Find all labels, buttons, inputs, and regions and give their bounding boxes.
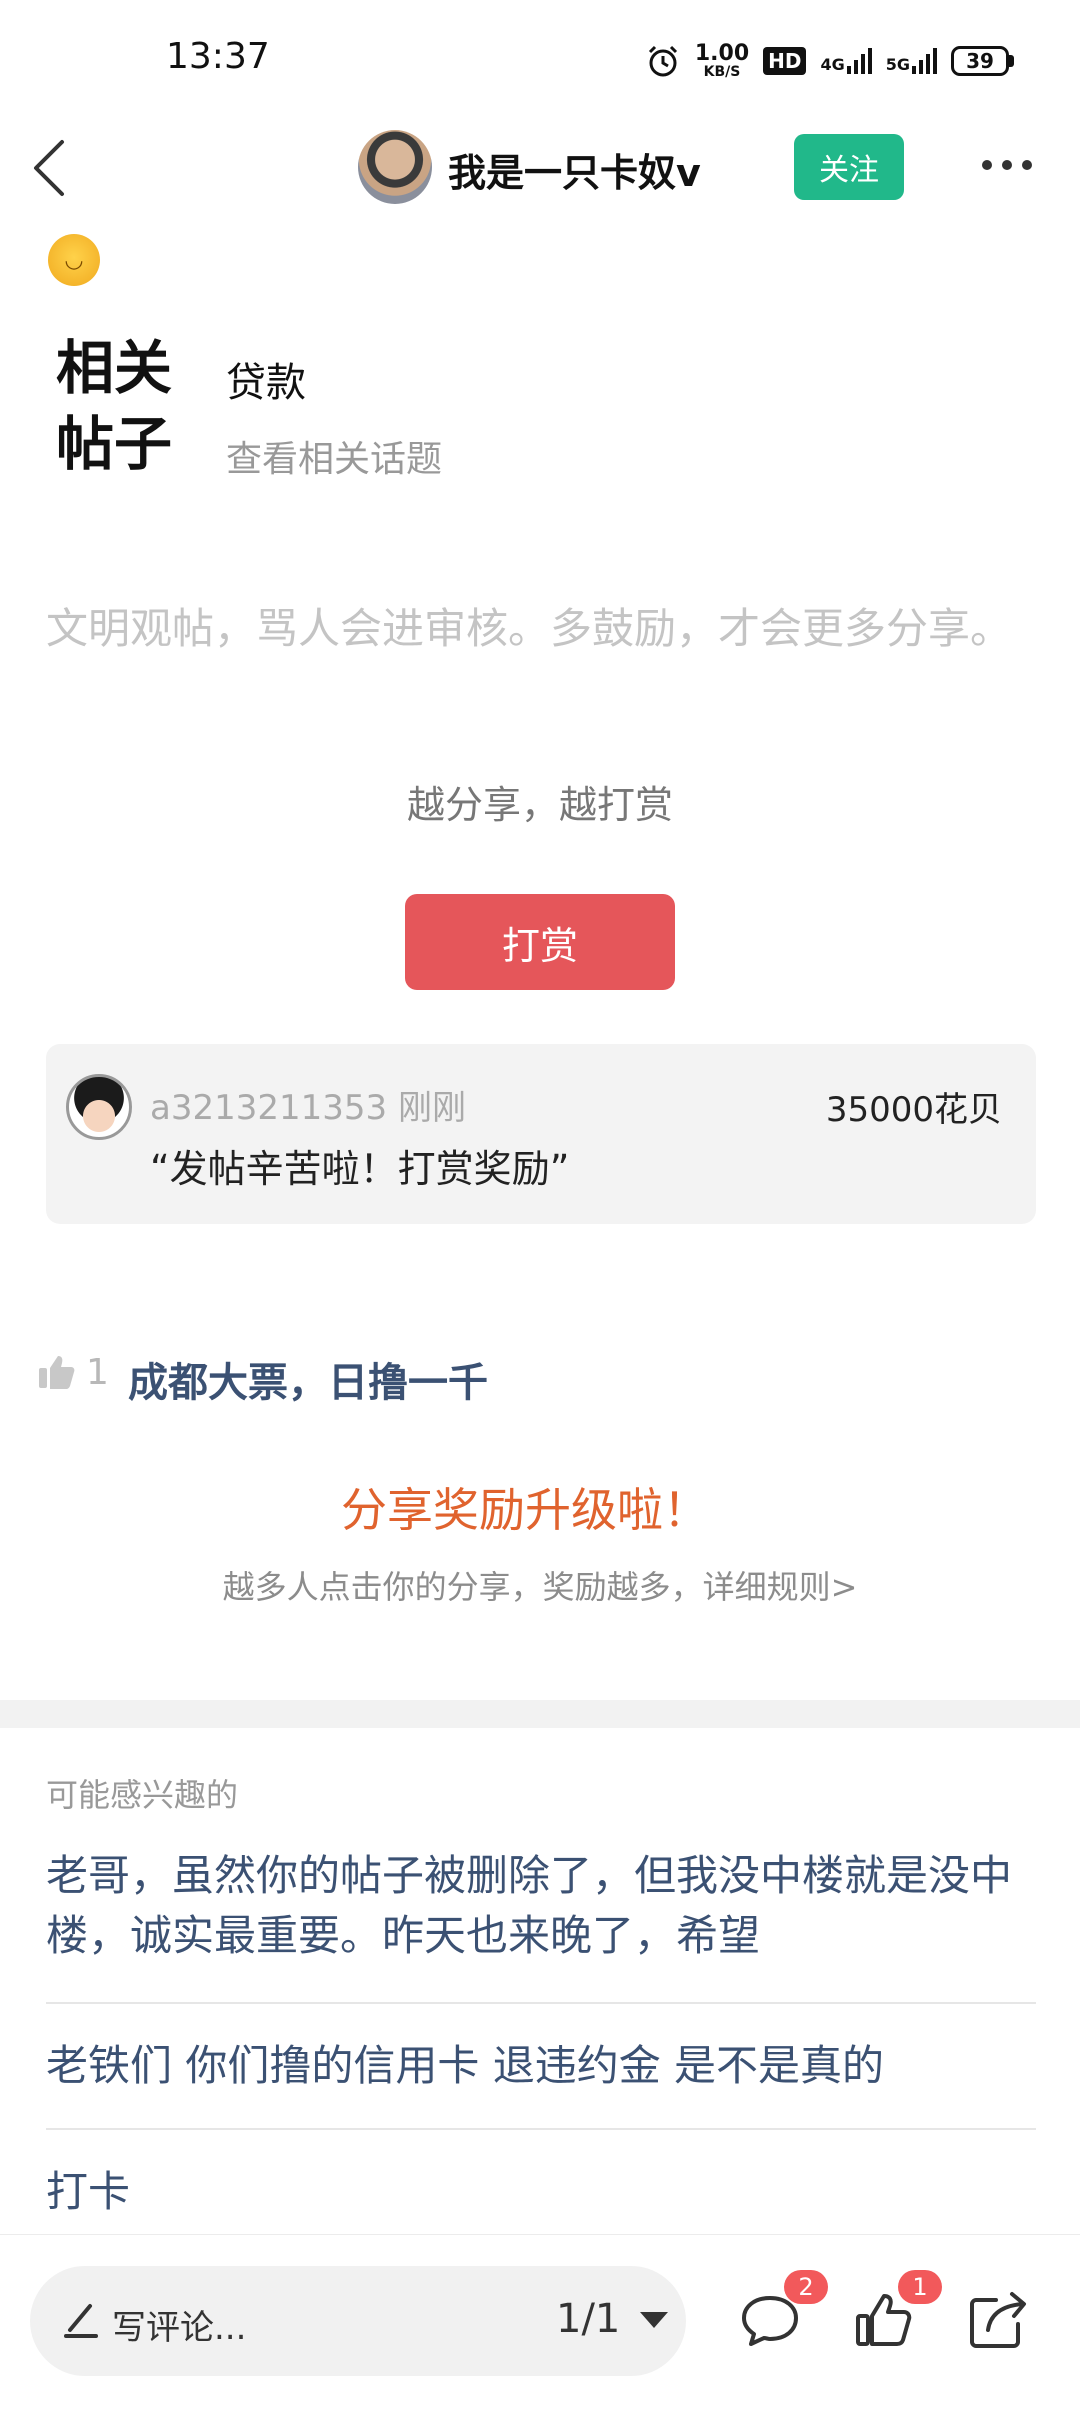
follow-button[interactable]: 关注 — [794, 134, 904, 200]
caret-down-icon[interactable] — [640, 2312, 668, 2328]
tip-message: “发帖辛苦啦！打赏奖励” — [150, 1147, 570, 1191]
like-count: 1 — [86, 1352, 109, 1393]
battery-level: 39 — [951, 46, 1009, 76]
author-name[interactable]: 我是一只卡奴v — [448, 142, 701, 197]
hd-icon: HD — [763, 47, 807, 75]
signal-4g-icon: 4G — [820, 48, 872, 74]
tip-record-card — [46, 1044, 1036, 1224]
back-icon[interactable] — [28, 138, 72, 198]
battery-icon: 39 — [951, 46, 1014, 76]
status-icons: 1.00 KB/S HD 4G 5G 39 — [645, 36, 1014, 86]
network-5g-label: 5G — [885, 55, 910, 74]
tipper-avatar[interactable] — [66, 1074, 132, 1140]
like-count-badge: 1 — [898, 2270, 942, 2304]
recommended-post[interactable]: 打卡 — [46, 2162, 1036, 2222]
tipper-name[interactable]: a3213211353 — [150, 1088, 387, 1128]
tipper-info: a3213211353 刚刚 — [150, 1080, 466, 1129]
liked-post-title[interactable]: 成都大票，日撸一千 — [128, 1350, 488, 1408]
network-4g-label: 4G — [820, 55, 845, 74]
recommended-post[interactable]: 老哥，虽然你的帖子被删除了，但我没中楼就是没中楼，诚实最重要。昨天也来晚了，希望 — [46, 1846, 1036, 1966]
related-tag[interactable]: 贷款 — [226, 350, 306, 408]
pencil-icon — [64, 2304, 98, 2338]
more-icon[interactable] — [982, 160, 1032, 170]
share-upgrade-title: 分享奖励升级啦！ — [341, 1483, 709, 1537]
page-indicator[interactable]: 1/1 — [556, 2296, 620, 2342]
related-topics-link[interactable]: 查看相关话题 — [226, 430, 442, 482]
comment-placeholder[interactable]: 写评论... — [112, 2300, 246, 2349]
network-speed: 1.00 KB/S — [694, 41, 750, 80]
emoji-icon: ◡ — [48, 234, 100, 286]
divider — [46, 2128, 1036, 2130]
tip-time: 刚刚 — [397, 1088, 466, 1128]
divider — [46, 2002, 1036, 2004]
tip-amount: 35000花贝 — [825, 1090, 1002, 1130]
thumbs-up-icon[interactable] — [38, 1354, 76, 1390]
signal-5g-icon: 5G — [886, 48, 937, 74]
share-rules-link[interactable]: 越多人点击你的分享，奖励越多，详细规则> — [0, 1562, 1080, 1608]
related-posts-title: 相关帖子 — [56, 334, 173, 478]
status-time: 13:37 — [166, 36, 270, 77]
tip-button[interactable]: 打赏 — [405, 894, 675, 990]
share-more-text: 越分享，越打赏 — [406, 783, 673, 827]
network-speed-unit: KB/S — [703, 64, 741, 80]
comment-count-badge: 2 — [784, 2270, 828, 2304]
alarm-icon — [648, 45, 677, 77]
comment-hint: 文明观帖，骂人会进审核。多鼓励，才会更多分享。 — [46, 604, 1013, 653]
section-divider — [0, 1700, 1080, 1728]
recommended-post[interactable]: 老铁们 你们撸的信用卡 退违约金 是不是真的 — [46, 2036, 1036, 2096]
share-icon[interactable] — [966, 2288, 1030, 2352]
interest-label: 可能感兴趣的 — [46, 1776, 239, 1814]
author-avatar[interactable] — [358, 130, 432, 204]
network-speed-value: 1.00 — [694, 41, 750, 66]
